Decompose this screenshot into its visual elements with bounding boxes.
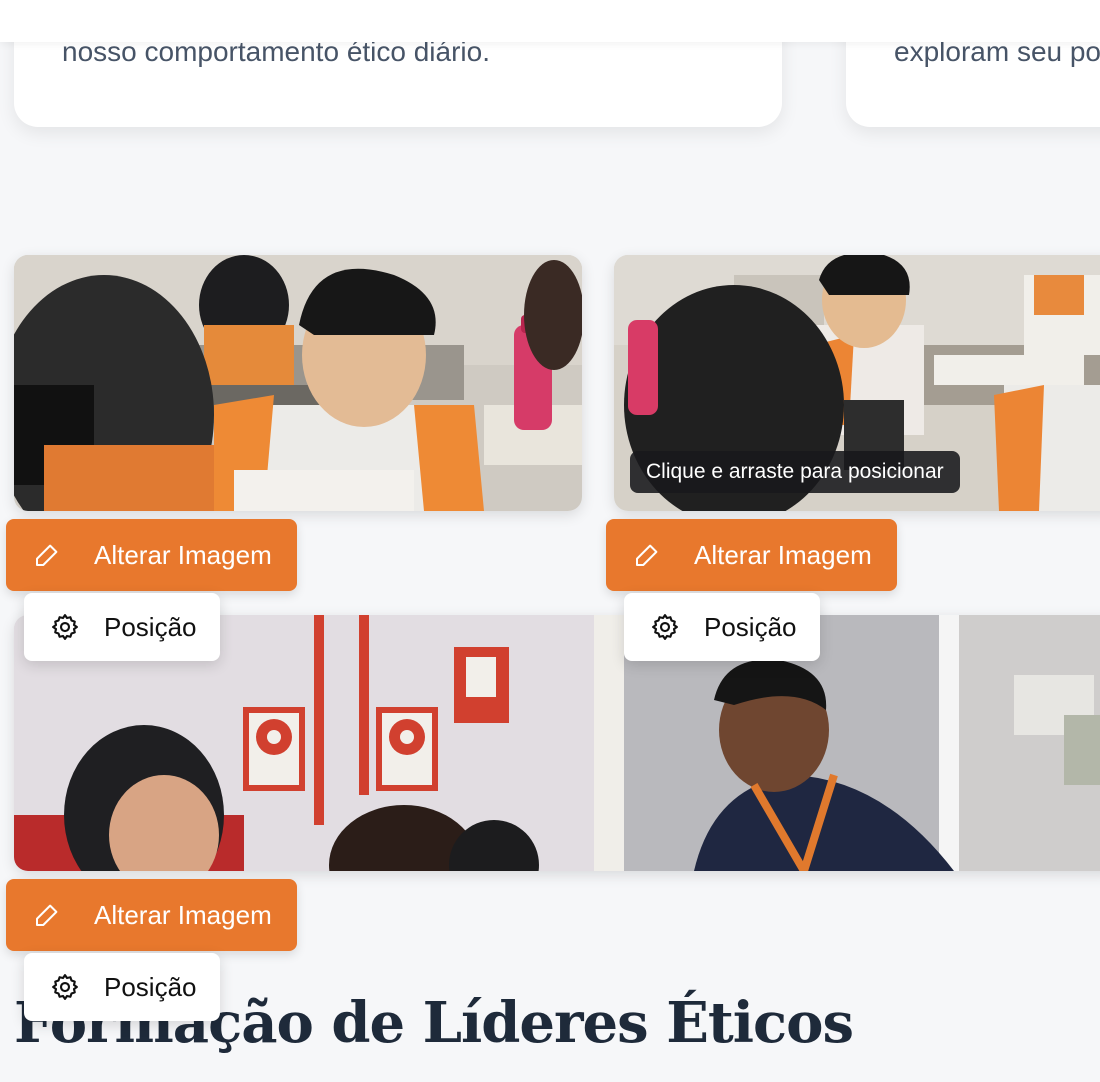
position-button[interactable]: Posição [624,593,820,661]
change-image-button[interactable]: Alterar Imagem [6,879,297,951]
position-label: Posição [104,611,197,642]
pencil-icon [36,544,58,566]
position-button[interactable]: Posição [24,593,220,661]
change-image-label: Alterar Imagem [94,899,272,930]
change-image-label: Alterar Imagem [694,539,872,570]
position-label: Posição [704,611,797,642]
drag-tooltip: Clique e arraste para posicionar [630,451,960,493]
pencil-icon [36,904,58,926]
image-1[interactable] [14,255,582,511]
change-image-button[interactable]: Alterar Imagem [606,519,897,591]
pencil-icon [636,544,658,566]
change-image-button[interactable]: Alterar Imagem [6,519,297,591]
top-bar [0,0,1100,42]
gear-icon [52,974,78,1000]
position-button[interactable]: Posição [24,953,220,1021]
gear-icon [52,614,78,640]
change-image-label: Alterar Imagem [94,539,272,570]
position-label: Posição [104,971,197,1002]
gear-icon [652,614,678,640]
